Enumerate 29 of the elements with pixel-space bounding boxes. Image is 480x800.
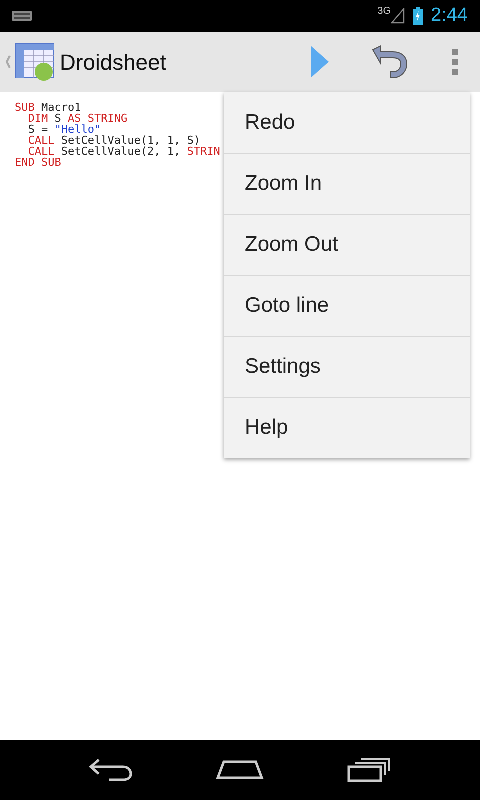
back-button[interactable]: [89, 758, 134, 782]
signal-icon: [391, 8, 406, 24]
code-line: SUB Macro1: [15, 102, 82, 113]
menu-item[interactable]: Zoom Out: [224, 214, 470, 275]
code-line: END SUB: [15, 157, 62, 168]
recent-apps-button[interactable]: [346, 757, 391, 783]
menu-item[interactable]: Help: [224, 397, 470, 458]
code-line: DIM S AS STRING: [27, 113, 128, 124]
more-icon: [452, 49, 458, 75]
battery-icon: [413, 7, 424, 25]
code-line: CALL SetCellValue(1, 1, S): [27, 135, 200, 146]
menu-item[interactable]: Zoom In: [224, 153, 470, 214]
clock: 2:44: [431, 4, 468, 28]
home-button[interactable]: [216, 758, 264, 782]
play-icon: [310, 45, 330, 79]
menu-item[interactable]: Redo: [224, 92, 470, 153]
menu-item[interactable]: Settings: [224, 336, 470, 397]
menu-item[interactable]: Goto line: [224, 275, 470, 336]
undo-icon: [371, 44, 409, 80]
spreadsheet-icon: [4, 42, 56, 82]
home-icon: [216, 758, 264, 782]
code-line: CALL SetCellValue(2, 1, STRIN: [27, 146, 220, 157]
recent-apps-icon: [346, 757, 391, 783]
app-home-button[interactable]: [4, 42, 56, 82]
back-icon: [89, 758, 134, 782]
network-type: 3G: [378, 5, 392, 19]
keyboard-icon: [12, 11, 32, 21]
app-title: Droidsheet: [60, 48, 166, 76]
code-line: S = "Hello": [27, 124, 102, 135]
